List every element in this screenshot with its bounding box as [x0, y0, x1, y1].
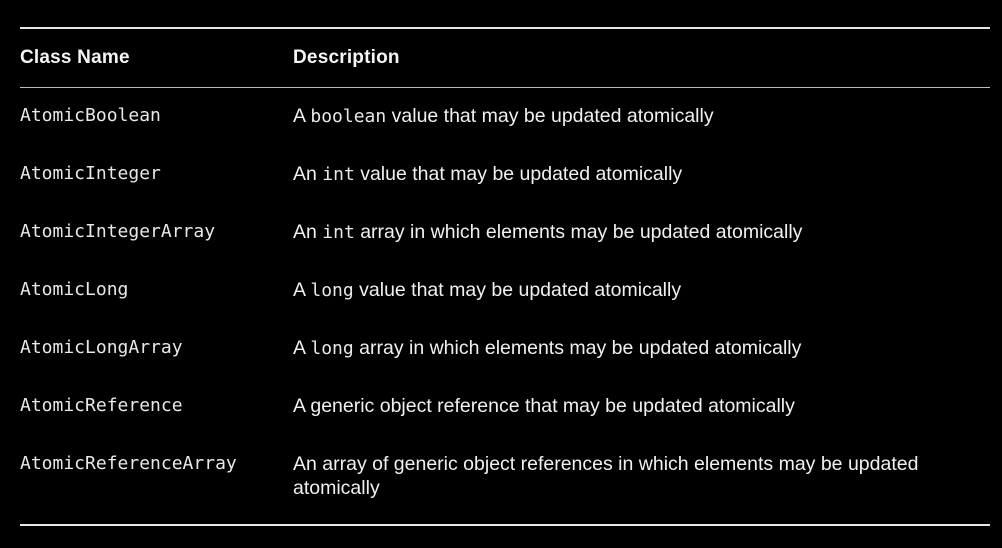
header-description: Description [293, 47, 400, 68]
description-cell: A long array in which elements may be up… [293, 320, 990, 361]
inline-code: long [310, 280, 354, 301]
class-name-cell: AtomicReferenceArray [20, 453, 237, 474]
description-text: value that may be updated atomically [353, 279, 682, 301]
description-text: value that may be updated atomically [386, 105, 714, 127]
description-cell: A boolean value that may be updated atom… [293, 88, 990, 129]
inline-code: int [322, 222, 355, 243]
description-text: array in which elements may be updated a… [354, 221, 803, 243]
header-class-name: Class Name [20, 47, 130, 68]
description-text: An [293, 221, 323, 243]
table-bottom-rule [20, 524, 990, 526]
class-name-cell: AtomicLong [20, 279, 129, 300]
table-row: AtomicIntegerArray An int array in which… [20, 204, 990, 262]
description-text: A [293, 105, 311, 127]
class-name-cell: AtomicInteger [20, 163, 161, 184]
description-cell: An int array in which elements may be up… [293, 204, 990, 245]
table-row: AtomicLongArray A long array in which el… [20, 320, 990, 378]
inline-code: int [322, 164, 355, 185]
atomic-classes-table: Class Name Description AtomicBoolean A b… [20, 27, 990, 526]
table-row: AtomicReference A generic object referen… [20, 378, 990, 436]
description-text: An array of generic object references in… [293, 453, 919, 499]
description-cell: An array of generic object references in… [293, 436, 990, 501]
description-cell: A long value that may be updated atomica… [293, 262, 990, 303]
description-text: value that may be updated atomically [354, 163, 683, 185]
inline-code: long [310, 338, 354, 359]
description-text: array in which elements may be updated a… [353, 337, 802, 359]
table-body: AtomicBoolean A boolean value that may b… [20, 88, 990, 514]
class-name-cell: AtomicReference [20, 395, 183, 416]
table-row: AtomicReferenceArray An array of generic… [20, 436, 990, 514]
inline-code: boolean [310, 106, 387, 127]
description-text: A [293, 337, 311, 359]
table-row: AtomicLong A long value that may be upda… [20, 262, 990, 320]
table-row: AtomicBoolean A boolean value that may b… [20, 88, 990, 146]
description-text: An [293, 163, 323, 185]
description-cell: A generic object reference that may be u… [293, 378, 990, 419]
description-cell: An int value that may be updated atomica… [293, 146, 990, 187]
table-row: AtomicInteger An int value that may be u… [20, 146, 990, 204]
description-text: A [293, 279, 311, 301]
description-text: A generic object reference that may be u… [293, 395, 795, 417]
class-name-cell: AtomicBoolean [20, 105, 161, 126]
class-name-cell: AtomicIntegerArray [20, 221, 216, 242]
table-header-row: Class Name Description [20, 29, 990, 87]
class-name-cell: AtomicLongArray [20, 337, 183, 358]
